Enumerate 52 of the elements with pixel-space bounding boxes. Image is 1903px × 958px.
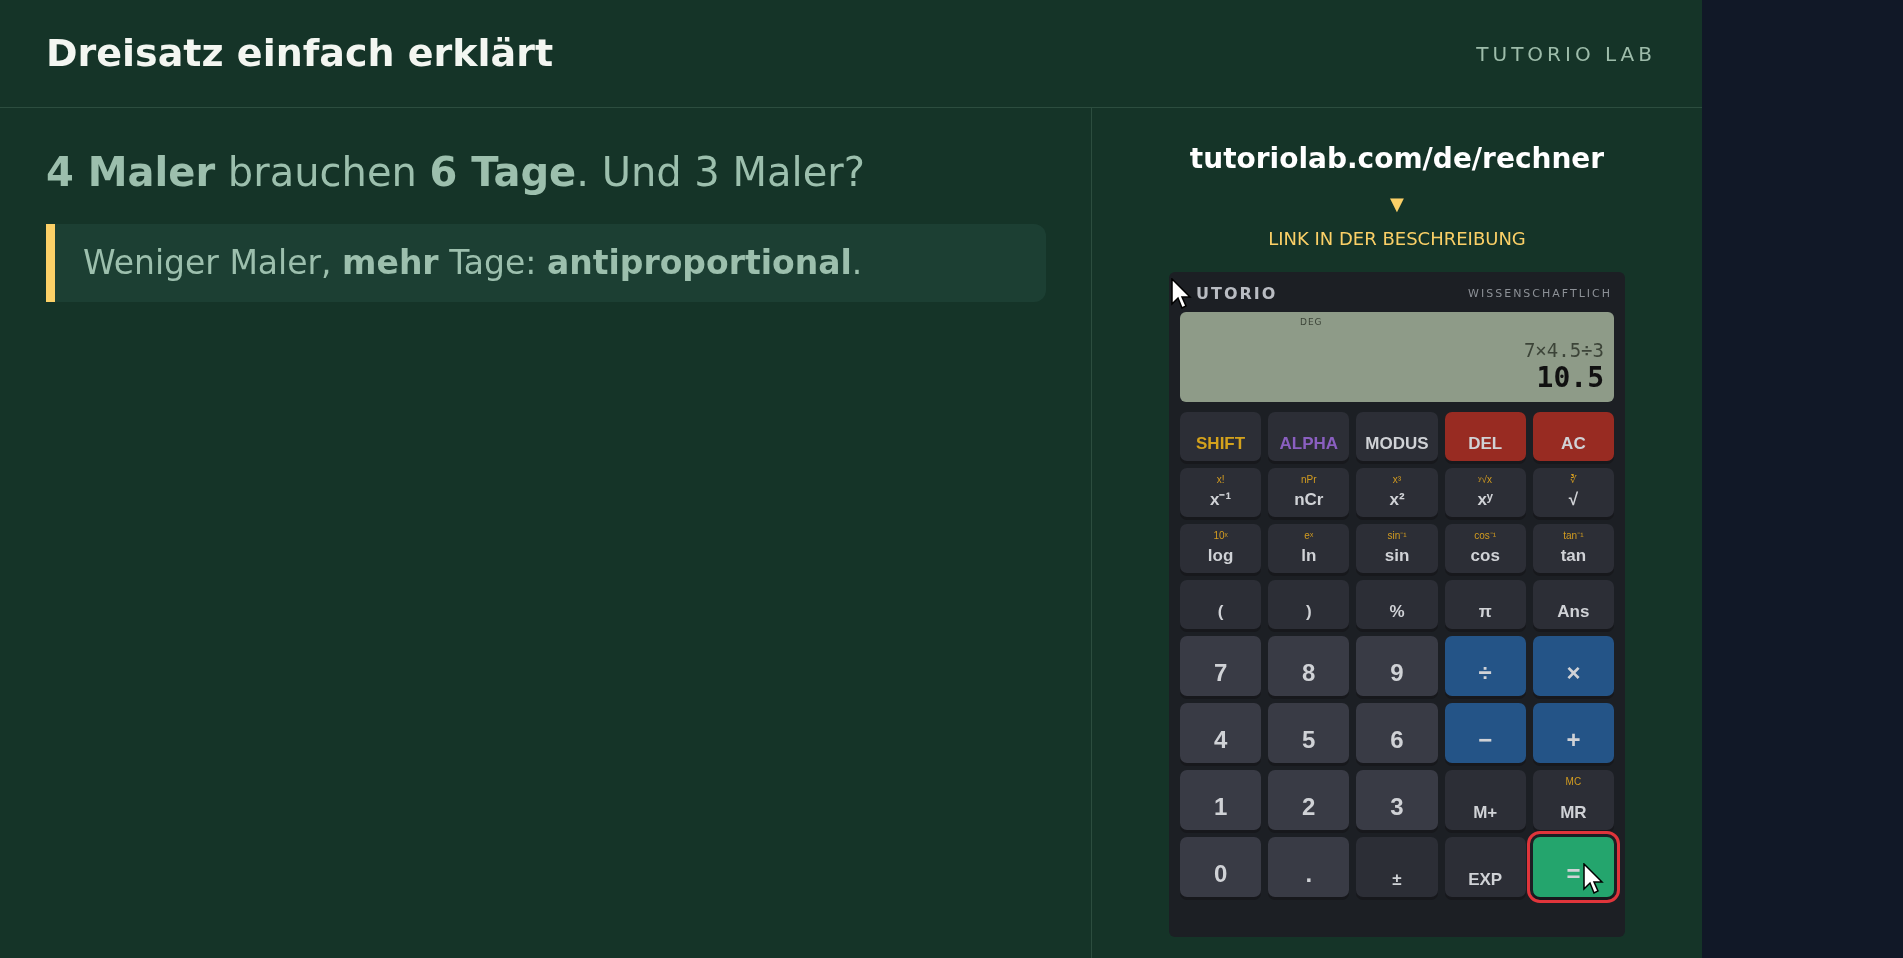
calculator-key[interactable]: Ans [1532,580,1614,629]
calculator-key[interactable]: 4 [1180,703,1262,763]
calculator-key[interactable]: ÷ [1444,636,1526,696]
hint-callout: Weniger Maler, mehr Tage: antiproportional. [46,224,1046,302]
angle-mode: DEG [1300,316,1324,329]
link-caption: LINK IN DER BESCHREIBUNG [1268,227,1526,251]
mouse-cursor-icon [1171,278,1193,310]
calculator-key[interactable]: SHIFT [1180,412,1262,461]
calculator-key[interactable]: MODUS [1356,412,1438,461]
calculator-key[interactable]: EXP [1444,837,1526,897]
calculator-key[interactable]: ( [1180,580,1262,629]
calculator-key[interactable]: M+ [1444,770,1526,830]
calculator-key[interactable]: 0 [1180,837,1262,897]
calculator-key[interactable]: 7 [1180,636,1262,696]
calculator-key[interactable]: 5 [1268,703,1350,763]
expression-text: 7×4.5÷3 [1523,337,1604,363]
question-text: 4 Maler brauchen 6 Tage. Und 3 Maler? [46,148,866,197]
calculator-brand: UTORIO [1196,283,1278,305]
calculator-key[interactable]: AC [1532,412,1614,461]
calculator-key[interactable]: eˣ ln [1268,524,1350,573]
calculator-key[interactable]: nPr nCr [1268,468,1350,517]
calculator-key[interactable]: cos⁻¹ cos [1444,524,1526,573]
calculator-key[interactable]: + [1532,703,1614,763]
calculator-key[interactable]: tan⁻¹ tan [1532,524,1614,573]
page-title: Dreisatz einfach erklärt [46,30,554,77]
brand-name: TUTORIO LAB [1476,40,1656,68]
calculator-key[interactable]: × [1532,636,1614,696]
calculator-key[interactable]: ∛ √ [1532,468,1614,517]
calculator-key[interactable]: x³ x² [1356,468,1438,517]
result-text: 10.5 [1536,364,1604,392]
calculator-key[interactable]: 9 [1356,636,1438,696]
calculator-key[interactable]: 3 [1356,770,1438,830]
calculator-key[interactable]: − [1444,703,1526,763]
calculator-key[interactable]: 1 [1180,770,1262,830]
calculator-key[interactable]: . [1268,837,1350,897]
calculator-key[interactable]: x! x⁻¹ [1180,468,1262,517]
calculator-key[interactable]: ʸ√x xʸ [1444,468,1526,517]
calculator-model: WISSENSCHAFTLICH [1468,285,1612,302]
calculator-key[interactable]: MC MR [1532,770,1614,830]
calculator-key[interactable]: π [1444,580,1526,629]
calculator-key[interactable]: 6 [1356,703,1438,763]
calculator-key[interactable]: 2 [1268,770,1350,830]
calculator-key[interactable]: DEL [1444,412,1526,461]
calculator-key[interactable]: 10ˣ log [1180,524,1262,573]
calculator-key[interactable]: 8 [1268,636,1350,696]
down-arrow: ▼ [1390,192,1404,216]
calculator-key[interactable]: sin⁻¹ sin [1356,524,1438,573]
calculator-key[interactable]: % [1356,580,1438,629]
mouse-cursor-icon [1582,863,1605,895]
calculator-key[interactable]: ) [1268,580,1350,629]
calculator-key[interactable]: ± [1356,837,1438,897]
website-url: tutoriolab.com/de/rechner [1189,141,1605,177]
